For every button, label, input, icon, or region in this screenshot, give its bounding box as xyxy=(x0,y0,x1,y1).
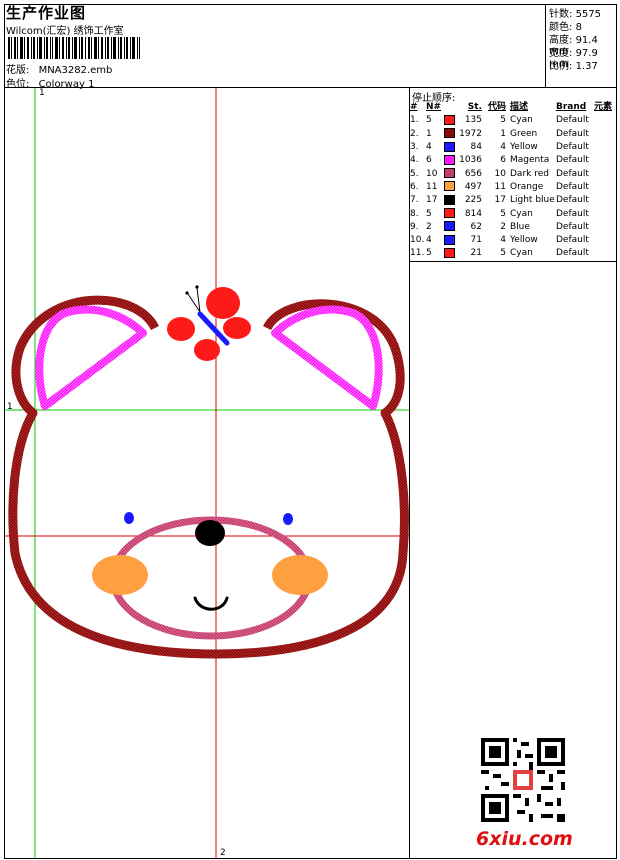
table-row: 1. 5 135 5 Cyan Default xyxy=(410,114,589,126)
color-swatch xyxy=(444,221,455,232)
guide-label-left: 1 xyxy=(7,402,13,412)
color-swatch xyxy=(444,154,455,165)
left-eye xyxy=(124,512,134,524)
right-eye xyxy=(283,513,293,525)
stats-divider xyxy=(545,4,546,88)
mouth xyxy=(193,596,229,611)
color-swatch xyxy=(444,247,455,258)
page-title: 生产作业图 xyxy=(6,4,87,22)
color-swatch xyxy=(444,194,455,205)
left-cheek xyxy=(92,555,148,595)
table-row: 8. 5 814 5 Cyan Default xyxy=(410,208,589,219)
studio-name: Wilcom(汇宏) 绣饰工作室 xyxy=(6,26,124,37)
color-sequence-table: # N# St. 代码 描述 Brand 元素 1. 5 135 5 Cyan Defau… xyxy=(410,101,620,261)
color-swatch xyxy=(444,168,455,179)
table-row: 3. 4 84 4 Yellow Default xyxy=(410,141,589,153)
guide-label-bottom: 2 xyxy=(220,848,226,858)
table-header-row: # N# St. 代码 描述 Brand 元素 xyxy=(410,102,613,113)
stat-scale: 比例: 1.37 xyxy=(549,61,598,72)
frame-bottom xyxy=(4,858,617,859)
table-row: 5. 10 656 10 Dark red Default xyxy=(410,168,589,179)
design-canvas xyxy=(5,88,409,858)
color-swatch xyxy=(444,128,455,139)
nose xyxy=(195,520,225,546)
table-row: 9. 2 62 2 Blue Default xyxy=(410,221,589,232)
table-row: 2. 1 1972 1 Green Default xyxy=(410,128,589,139)
butterfly-bow xyxy=(167,285,251,361)
barcode xyxy=(8,37,140,59)
frame-top xyxy=(4,4,617,5)
right-cheek xyxy=(272,555,328,595)
table-row: 7. 17 225 17 Light blue Default xyxy=(410,194,589,206)
table-row: 6. 11 497 11 Orange Default xyxy=(410,181,589,192)
qr-code xyxy=(481,738,565,822)
color-swatch xyxy=(444,181,455,192)
color-swatch xyxy=(444,234,455,245)
color-swatch xyxy=(444,208,455,219)
color-swatch xyxy=(444,141,455,152)
color-swatch xyxy=(444,114,455,125)
design-row: 花版: MNA3282.emb xyxy=(6,61,112,76)
watermark-brand: 6xiu.com xyxy=(476,828,573,850)
left-ear-inner xyxy=(35,305,147,410)
table-row: 11. 5 21 5 Cyan Default xyxy=(410,247,589,259)
table-row: 4. 6 1036 6 Magenta Default xyxy=(410,154,589,166)
right-ear-inner xyxy=(271,305,383,410)
guide-label-top: 1 xyxy=(39,88,45,98)
table-row: 10. 4 71 4 Yellow Default xyxy=(410,234,589,246)
table-bottom-divider xyxy=(409,261,617,262)
